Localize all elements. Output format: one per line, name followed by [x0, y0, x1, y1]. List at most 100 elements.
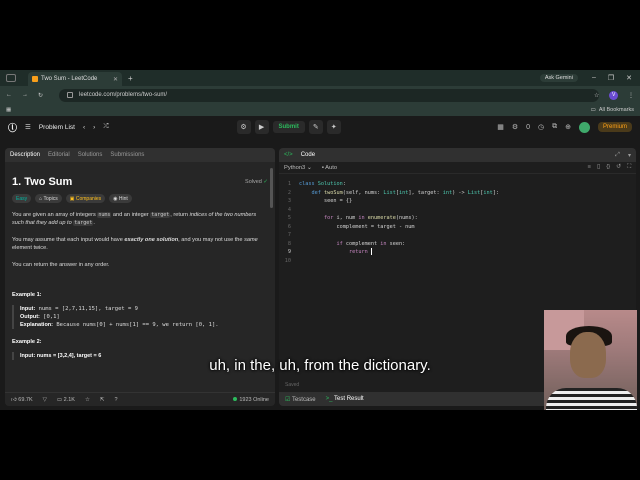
- format-icon[interactable]: ≡: [588, 164, 591, 171]
- reset-icon[interactable]: ↺: [616, 164, 621, 171]
- ask-gemini-button[interactable]: Ask Gemini: [539, 74, 578, 82]
- problem-list-link[interactable]: Problem List: [39, 124, 75, 131]
- line-number: 6: [287, 223, 291, 230]
- code-line: 10: [279, 257, 636, 266]
- shuffle-icon[interactable]: ⤮: [103, 123, 108, 131]
- code-pane-title: Code: [300, 152, 316, 158]
- tab-description[interactable]: Description: [10, 152, 40, 158]
- comment-icon: ▭: [56, 396, 63, 403]
- back-icon[interactable]: ←: [6, 92, 12, 98]
- notes-icon[interactable]: ✎: [308, 120, 323, 134]
- problem-paragraph-1: You are given an array of integers nums …: [12, 211, 268, 227]
- comments-count: 2.1K: [63, 396, 75, 403]
- layout-icon[interactable]: ▦: [497, 123, 504, 131]
- description-scrollbar[interactable]: [270, 168, 273, 208]
- profile-avatar[interactable]: V: [609, 90, 618, 100]
- user-avatar[interactable]: [578, 121, 590, 133]
- tag-companies[interactable]: ▣ Companies: [65, 194, 106, 203]
- tab-search-icon[interactable]: [6, 74, 16, 82]
- p2-text-e: element twice.: [12, 245, 48, 251]
- ai-assist-icon[interactable]: ✦: [326, 120, 341, 134]
- tag-topics[interactable]: ⌂ Topics: [35, 194, 62, 203]
- all-bookmarks-button[interactable]: ▭ All Bookmarks: [591, 107, 634, 113]
- maximize-icon[interactable]: ❐: [608, 74, 614, 82]
- bookmark-icon[interactable]: ▯: [597, 164, 600, 171]
- language-select[interactable]: Python3 ⌄: [284, 165, 312, 171]
- solved-label: Solved: [245, 179, 262, 185]
- comments-button[interactable]: ▭ 2.1K: [57, 397, 75, 403]
- p1-text-a: You are given an array of integers: [12, 212, 98, 218]
- editor-actions: ≡ ▯ {} ↺ ⛶: [588, 164, 631, 171]
- site-info-icon[interactable]: [67, 92, 74, 98]
- browser-tab-bar: Two Sum - LeetCode ✕ + Ask Gemini – ❐ ✕: [0, 70, 640, 86]
- expand-icon[interactable]: ⤢: [615, 152, 620, 159]
- code-nums: nums: [97, 212, 112, 218]
- help-icon[interactable]: ?: [115, 397, 118, 403]
- p2-text-a: You may assume that each input would hav…: [12, 237, 125, 243]
- auto-toggle[interactable]: ▪ Auto: [322, 165, 337, 171]
- debug-icon[interactable]: ⚙: [236, 120, 251, 134]
- tag-hint[interactable]: ◉ Hint: [109, 194, 132, 203]
- code-text: for i, num in enumerate(nums):: [324, 215, 418, 221]
- p1-text-b: and an integer: [111, 212, 151, 218]
- input-value: nums = [2,7,11,15], target = 9: [35, 306, 138, 312]
- timer-icon[interactable]: ◷: [538, 123, 544, 131]
- apps-icon[interactable]: ▦: [6, 107, 11, 113]
- run-icon[interactable]: ▶: [254, 120, 269, 134]
- tab-test-result[interactable]: >_ Test Result: [326, 396, 364, 402]
- share-icon[interactable]: ⇱: [100, 397, 105, 403]
- forward-icon[interactable]: →: [22, 92, 28, 98]
- panel-menu-icon[interactable]: ▾: [628, 152, 631, 159]
- code-pane-header: </> Code ⤢ ▾: [279, 148, 636, 162]
- streak-count[interactable]: 0: [526, 124, 530, 131]
- lock-icon: ▪: [321, 164, 324, 171]
- code-line: 9 return: [279, 248, 636, 257]
- p2-text-c: , and you may not use the: [178, 237, 245, 243]
- problem-list-icon[interactable]: ☰: [25, 123, 31, 131]
- reload-icon[interactable]: ↻: [38, 92, 43, 99]
- url-field[interactable]: leetcode.com/problems/two-sum/ ☆: [59, 88, 600, 102]
- submit-button[interactable]: Submit: [272, 121, 305, 133]
- braces-icon[interactable]: {}: [606, 164, 610, 171]
- collab-icon[interactable]: ⧉: [552, 123, 557, 131]
- fullscreen-icon[interactable]: ⛶: [627, 164, 631, 171]
- tag-easy[interactable]: Easy: [12, 194, 32, 203]
- problem-content: 1. Two Sum Solved ✓ Easy ⌂ Topics ▣ Comp…: [5, 162, 275, 368]
- code-line: 1 class Solution:: [279, 180, 636, 189]
- new-tab-icon[interactable]: +: [128, 74, 133, 83]
- next-problem-icon[interactable]: ›: [93, 124, 95, 131]
- example-1-output: Output: [0,1]: [20, 313, 268, 321]
- minimize-icon[interactable]: –: [592, 74, 596, 82]
- add-user-icon[interactable]: ⊕: [565, 123, 571, 131]
- example-1-explanation: Explanation: Because nums[0] + nums[1] =…: [20, 321, 268, 329]
- code-editor[interactable]: 1 class Solution: 2 def twoSum(self, nums…: [279, 174, 636, 265]
- explanation-label: Explanation:: [20, 322, 54, 328]
- tab-solutions[interactable]: Solutions: [78, 152, 103, 158]
- prev-problem-icon[interactable]: ‹: [83, 124, 85, 131]
- saved-status: Saved: [285, 382, 300, 388]
- close-tab-icon[interactable]: ✕: [113, 76, 118, 83]
- code-target-2: target: [73, 220, 94, 226]
- tag-hint-label: Hint: [118, 195, 128, 202]
- code-text: complement = target - num: [299, 223, 415, 230]
- p1-text-e: .: [93, 220, 95, 226]
- favorite-star-icon[interactable]: ☆: [85, 397, 90, 403]
- tab-testcase[interactable]: ☑ Testcase: [285, 396, 316, 403]
- code-line: 4: [279, 206, 636, 215]
- close-window-icon[interactable]: ✕: [626, 74, 632, 82]
- bookmark-star-icon[interactable]: ☆: [594, 92, 599, 99]
- topics-icon: ⌂: [39, 195, 43, 202]
- leetcode-favicon-icon: [32, 76, 38, 82]
- run-controls: ⚙ ▶ Submit ✎ ✦: [236, 120, 341, 134]
- like-button[interactable]: 👍︎ 69.7K: [11, 397, 33, 403]
- browser-menu-icon[interactable]: ⋮: [628, 92, 634, 99]
- premium-button[interactable]: Premium: [597, 122, 632, 132]
- tab-submissions[interactable]: Submissions: [110, 152, 144, 158]
- code-text: seen = {}: [299, 198, 353, 204]
- dislike-icon[interactable]: ▽: [43, 397, 47, 403]
- settings-icon[interactable]: ⚙: [512, 123, 518, 131]
- browser-tab[interactable]: Two Sum - LeetCode ✕: [28, 72, 122, 86]
- tab-editorial[interactable]: Editorial: [48, 152, 70, 158]
- leetcode-logo-icon[interactable]: ⓛ: [8, 121, 17, 134]
- test-result-label: Test Result: [334, 396, 364, 402]
